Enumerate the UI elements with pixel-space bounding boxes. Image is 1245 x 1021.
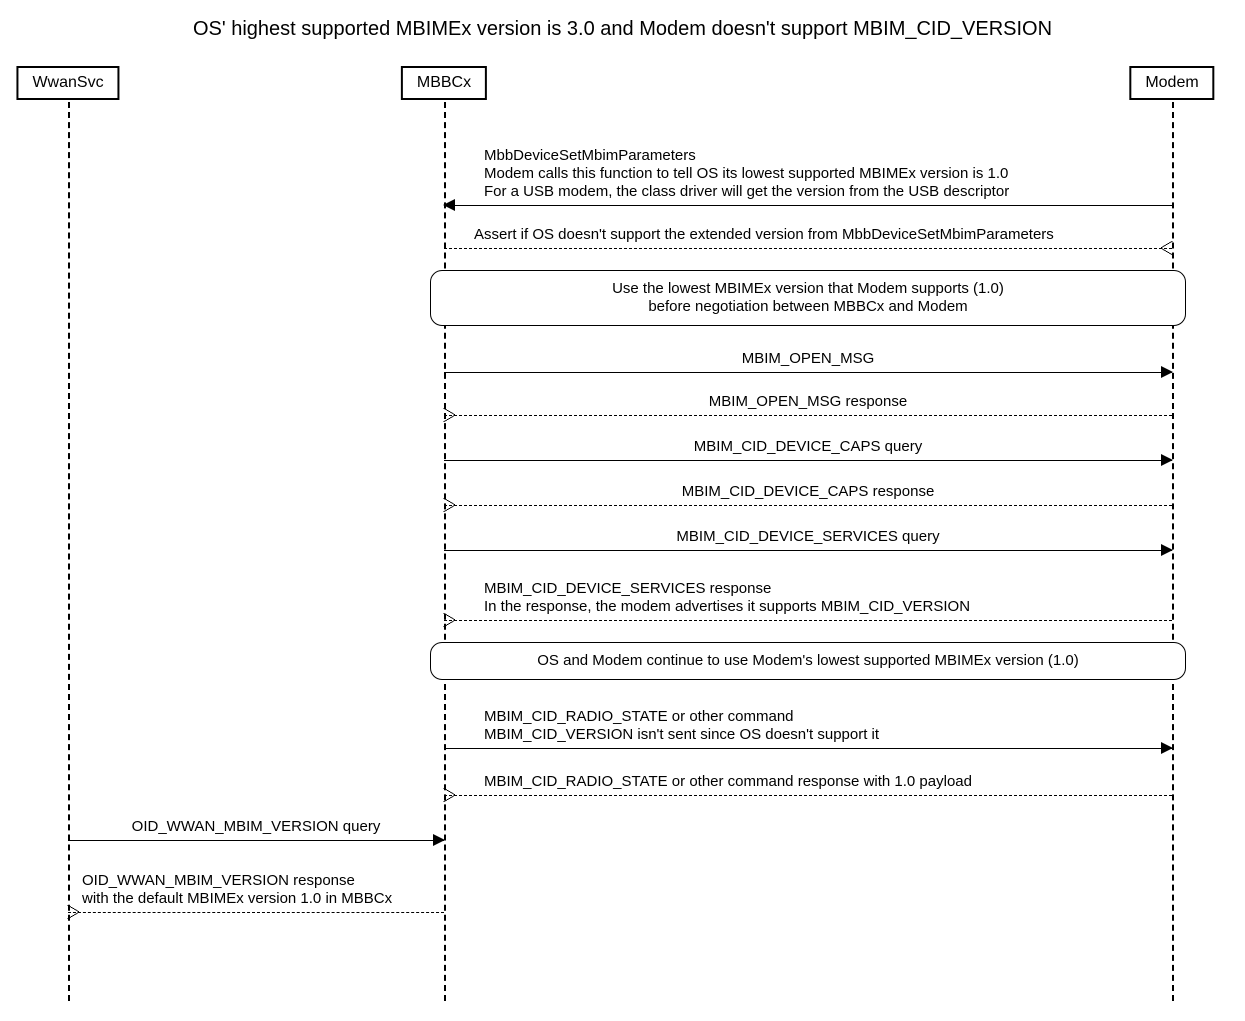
note-use-lowest: Use the lowest MBIMEx version that Modem… xyxy=(430,270,1186,326)
msg-label: MBIM_CID_RADIO_STATE or other command re… xyxy=(484,773,972,791)
actor-wwansvc: WwanSvc xyxy=(16,66,119,100)
msg-label: Assert if OS doesn't support the extende… xyxy=(474,226,1054,244)
msg-label: OID_WWAN_MBIM_VERSION response with the … xyxy=(82,872,392,908)
note-continue: OS and Modem continue to use Modem's low… xyxy=(430,642,1186,680)
msg-label: MBIM_OPEN_MSG xyxy=(742,350,875,368)
lifeline-mbbcx xyxy=(444,102,446,1001)
diagram-title: OS' highest supported MBIMEx version is … xyxy=(0,18,1245,41)
msg-label: MBIM_CID_DEVICE_SERVICES response In the… xyxy=(484,580,970,616)
sequence-diagram: OS' highest supported MBIMEx version is … xyxy=(0,0,1245,1021)
msg-label: OID_WWAN_MBIM_VERSION query xyxy=(132,818,381,836)
msg-label: MBIM_CID_DEVICE_CAPS query xyxy=(694,438,922,456)
msg-label: MBIM_CID_DEVICE_CAPS response xyxy=(682,483,935,501)
actor-mbbcx: MBBCx xyxy=(401,66,487,100)
lifeline-wwansvc xyxy=(68,102,70,1001)
actor-modem: Modem xyxy=(1129,66,1214,100)
msg-label: MBIM_OPEN_MSG response xyxy=(709,393,907,411)
msg-label: MbbDeviceSetMbimParameters Modem calls t… xyxy=(484,147,1009,201)
msg-label: MBIM_CID_DEVICE_SERVICES query xyxy=(676,528,939,546)
msg-label: MBIM_CID_RADIO_STATE or other command MB… xyxy=(484,708,879,744)
